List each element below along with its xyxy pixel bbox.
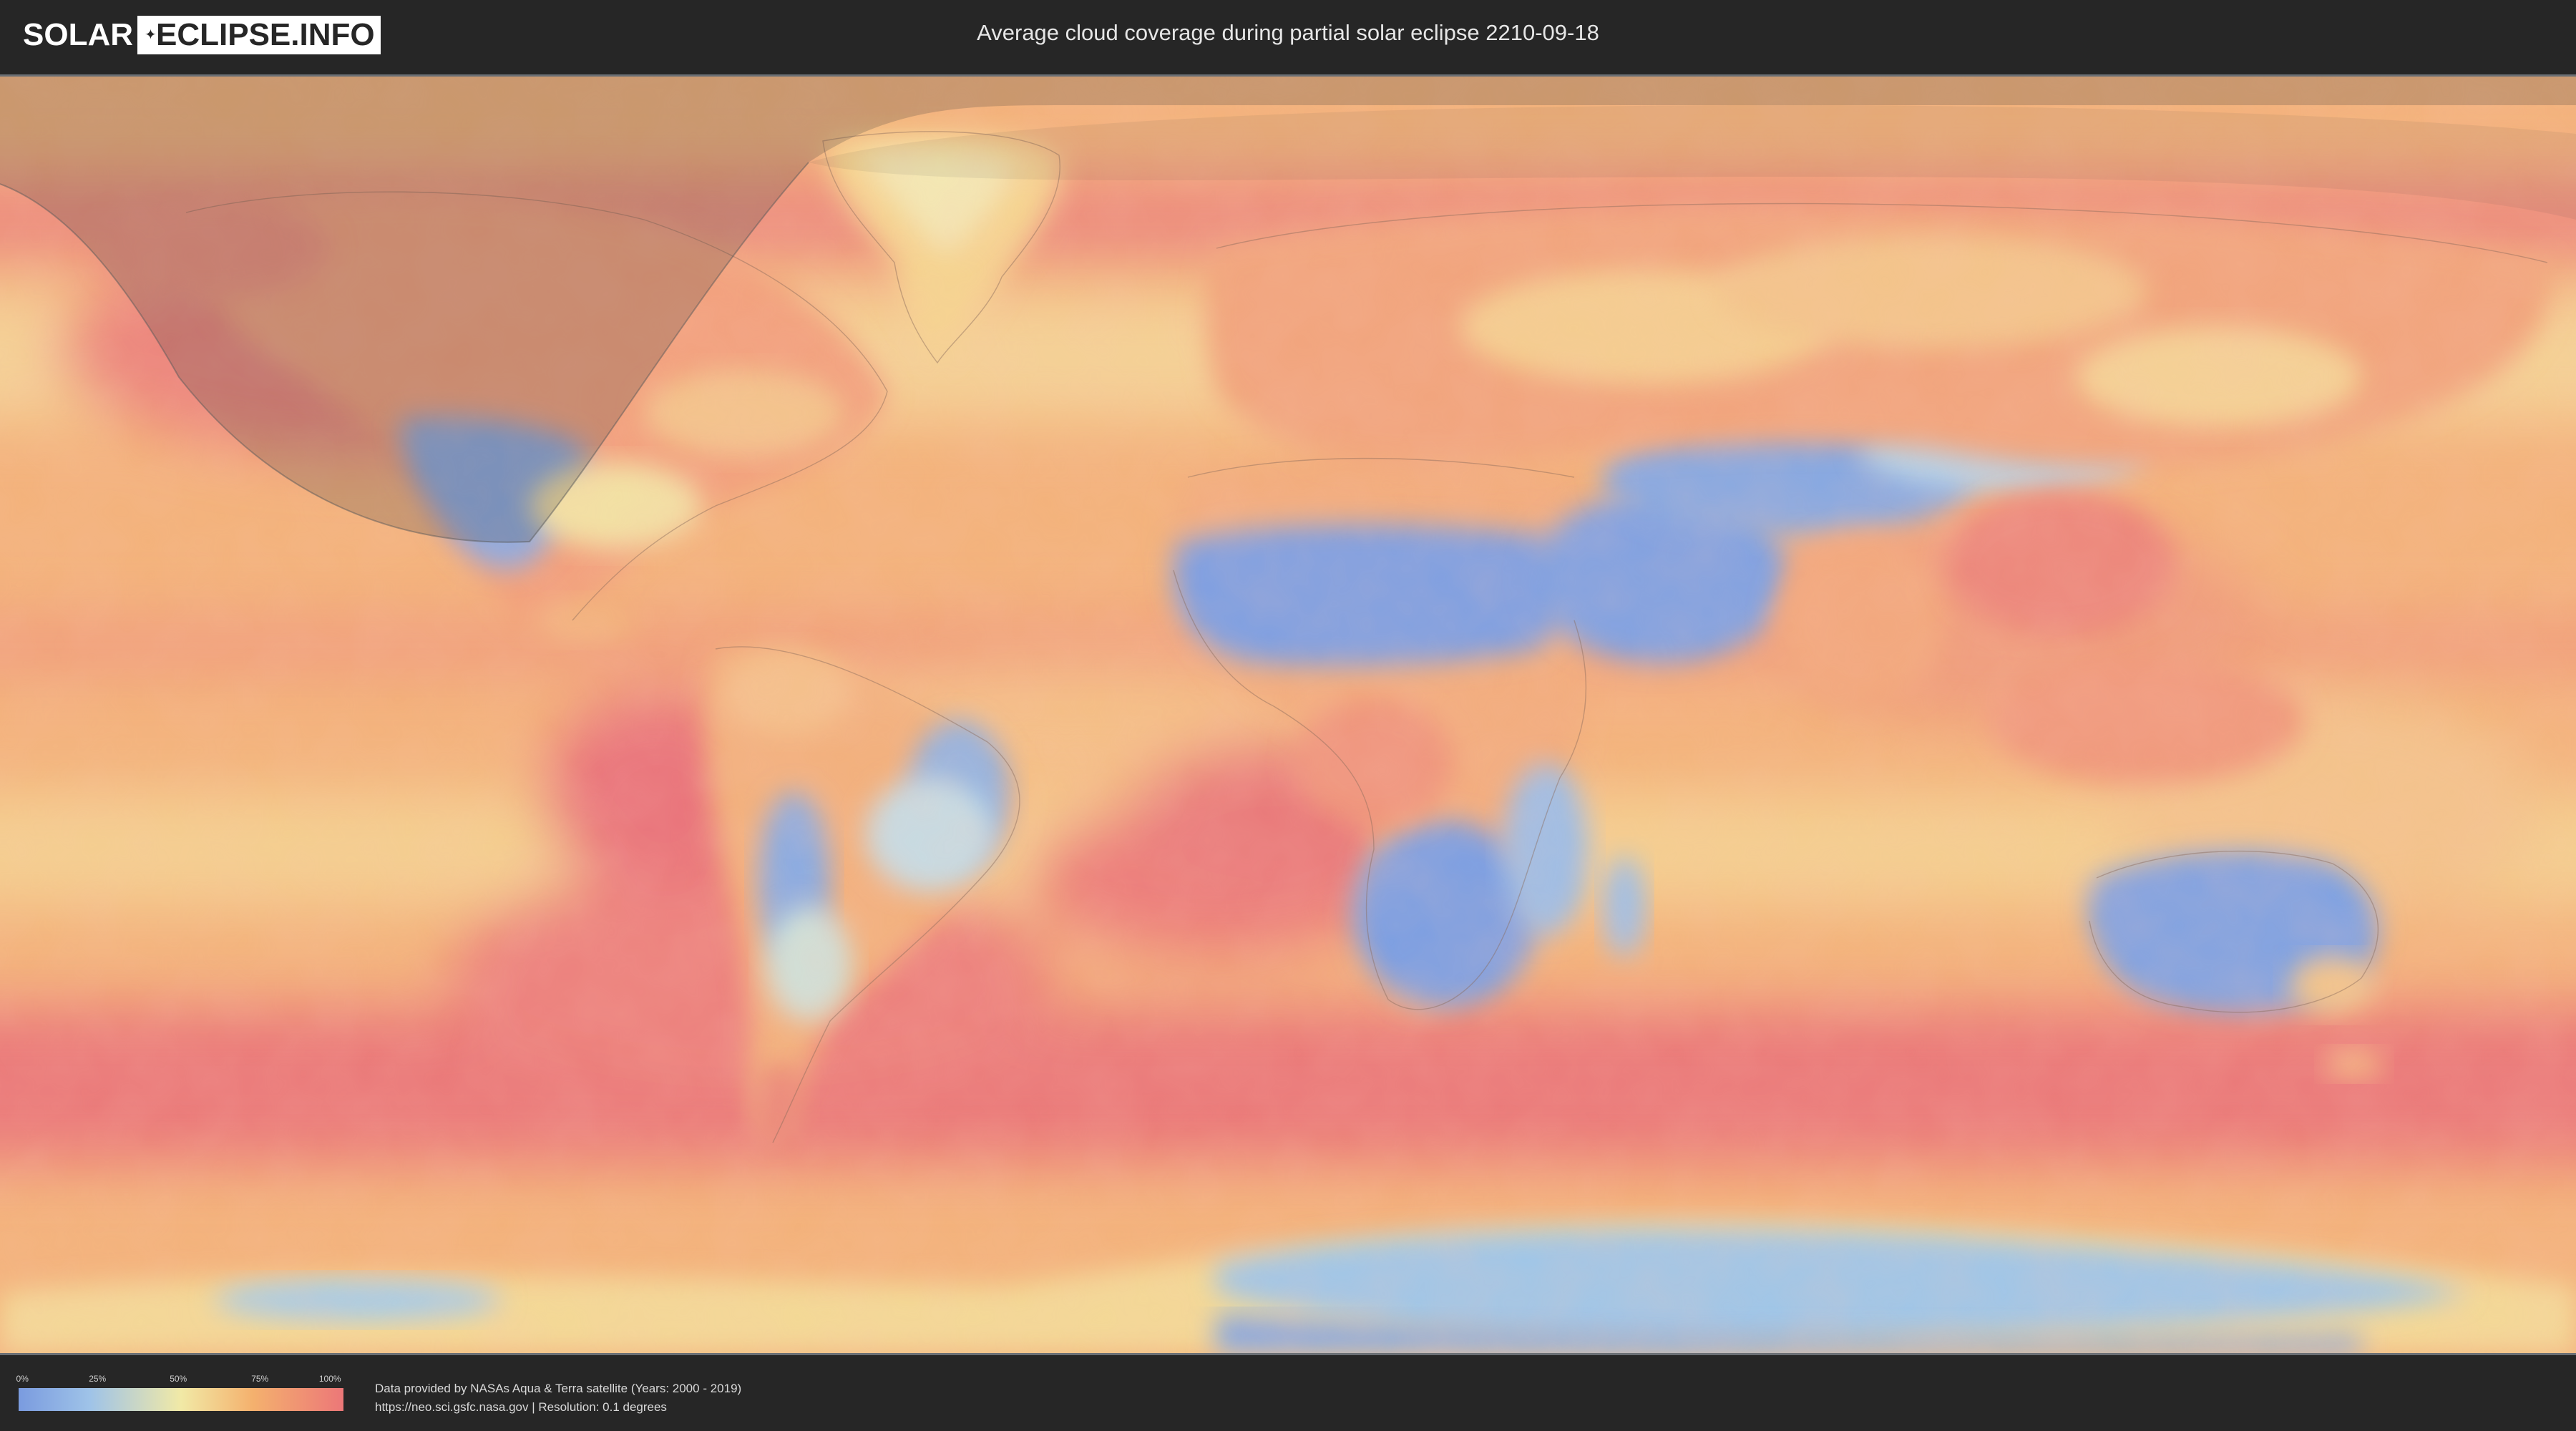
legend-tick-0: 0% (16, 1374, 29, 1384)
header: SOLAR ✦ ECLIPSE.INFO Average cloud covera… (0, 0, 2576, 72)
data-credits: Data provided by NASAs Aqua & Terra sate… (375, 1379, 741, 1417)
credits-line-1: Data provided by NASAs Aqua & Terra sate… (375, 1382, 742, 1395)
page: SOLAR ✦ ECLIPSE.INFO Average cloud covera… (0, 0, 2576, 1431)
legend-gradient-bar (19, 1388, 343, 1411)
legend-tick-50: 50% (170, 1374, 187, 1384)
world-map-svg (0, 77, 2576, 1353)
credits-line-2[interactable]: https://neo.sci.gsfc.nasa.gov | Resoluti… (375, 1398, 741, 1417)
legend-tick-75: 75% (251, 1374, 269, 1384)
page-title: Average cloud coverage during partial so… (977, 20, 1599, 45)
legend-tick-100: 100% (318, 1374, 341, 1384)
legend-tick-25: 25% (89, 1374, 107, 1384)
cloud-coverage-map[interactable] (0, 74, 2576, 1355)
color-legend: 0% 25% 50% 75% 100% (16, 1374, 343, 1411)
legend-ticks: 0% 25% 50% 75% 100% (16, 1374, 343, 1388)
